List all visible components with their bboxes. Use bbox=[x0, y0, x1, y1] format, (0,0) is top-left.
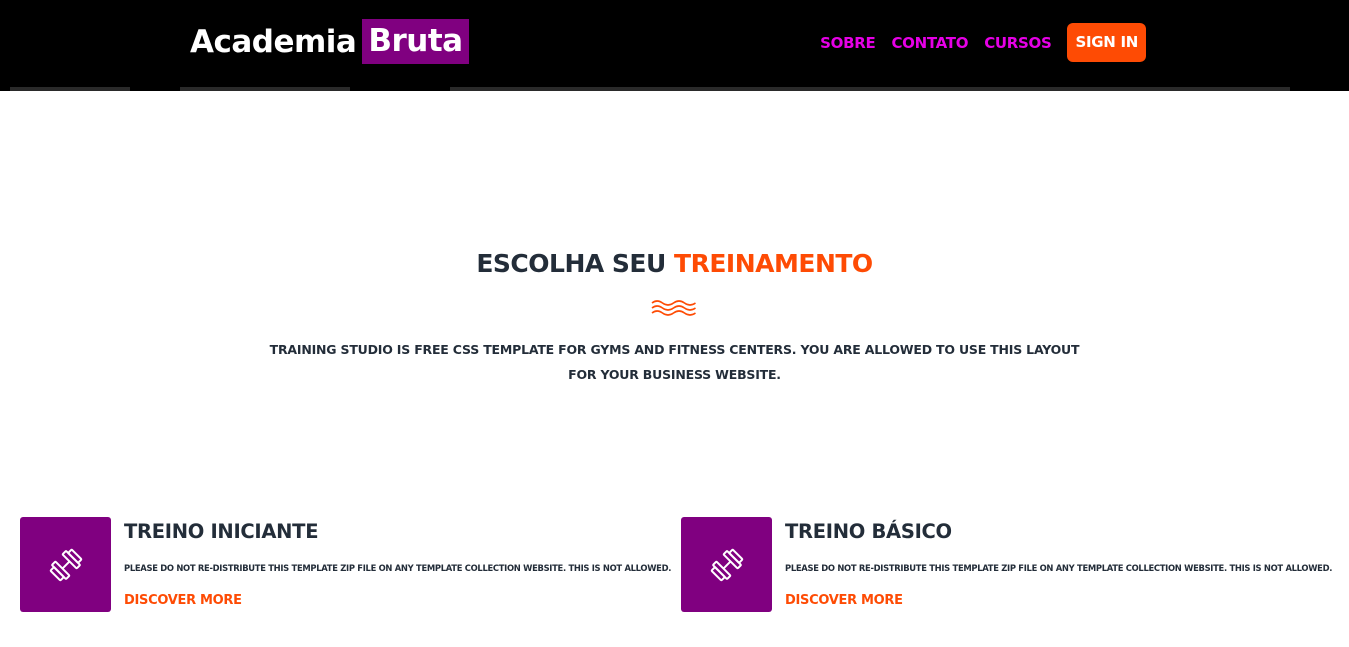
nav-item-sobre[interactable]: SOBRE bbox=[820, 34, 876, 52]
wave-divider-icon bbox=[651, 300, 696, 316]
card-description: PLEASE DO NOT RE-DISTRIBUTE THIS TEMPLAT… bbox=[785, 563, 1333, 573]
card-title: TREINO BÁSICO bbox=[785, 520, 952, 543]
nav-item-cursos[interactable]: CURSOS bbox=[984, 34, 1052, 52]
discover-more-link[interactable]: DISCOVER MORE bbox=[124, 593, 242, 608]
header-bottom-shade bbox=[10, 87, 130, 91]
section-title-main: ESCOLHA SEU bbox=[476, 249, 666, 278]
training-card-basico: TREINO BÁSICO PLEASE DO NOT RE-DISTRIBUT… bbox=[681, 517, 1336, 612]
training-card-iniciante: TREINO INICIANTE PLEASE DO NOT RE-DISTRI… bbox=[20, 517, 675, 612]
section-subtitle: TRAINING STUDIO IS FREE CSS TEMPLATE FOR… bbox=[269, 342, 1080, 382]
site-logo[interactable]: Academia Bruta bbox=[190, 19, 469, 64]
sign-in-button[interactable]: SIGN IN bbox=[1067, 23, 1146, 62]
discover-more-link[interactable]: DISCOVER MORE bbox=[785, 593, 903, 608]
section-title-highlight: TREINAMENTO bbox=[674, 249, 873, 278]
header-bottom-shade bbox=[450, 87, 1290, 91]
main-nav: SOBRE CONTATO CURSOS SIGN IN bbox=[804, 23, 1146, 62]
dumbbell-icon bbox=[49, 548, 82, 581]
card-title: TREINO INICIANTE bbox=[124, 520, 319, 543]
header-bottom-shade bbox=[180, 87, 350, 91]
card-description: PLEASE DO NOT RE-DISTRIBUTE THIS TEMPLAT… bbox=[124, 563, 672, 573]
logo-accent-text: Bruta bbox=[362, 19, 469, 64]
nav-item-contato[interactable]: CONTATO bbox=[891, 34, 968, 52]
section-title: ESCOLHA SEU TREINAMENTO bbox=[0, 249, 1349, 278]
card-icon-box bbox=[681, 517, 772, 612]
site-header: Academia Bruta SOBRE CONTATO CURSOS SIGN… bbox=[0, 0, 1349, 91]
logo-main-text: Academia bbox=[190, 23, 357, 60]
dumbbell-icon bbox=[710, 548, 743, 581]
card-icon-box bbox=[20, 517, 111, 612]
